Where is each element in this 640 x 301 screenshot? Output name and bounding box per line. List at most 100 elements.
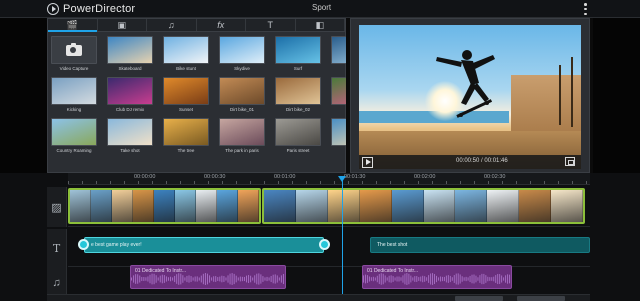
ruler-tick [124, 181, 125, 184]
timeline: 00:00:00 00:00:30 00:01:00 00:01:30 00:02:00… [0, 173, 640, 301]
ruler-tick [586, 181, 587, 184]
tab-fx[interactable]: fx [197, 19, 246, 31]
play-button[interactable] [362, 156, 373, 168]
library-item-label: Surf [293, 66, 303, 71]
bottom-button-1[interactable] [455, 296, 503, 301]
tab-transition[interactable]: ◧ [296, 19, 345, 31]
library-item-label: Dirt bike_01 [229, 107, 254, 112]
ruler-tick [418, 181, 419, 184]
image-track-icon: ▨ [51, 201, 62, 214]
library-item[interactable]: The park in paris [219, 118, 265, 153]
fullscreen-icon[interactable] [565, 157, 575, 166]
clip-frame [112, 190, 133, 222]
ruler-tick [544, 181, 545, 184]
ruler-tick [68, 181, 69, 184]
ruler-tick [96, 181, 97, 184]
playhead[interactable] [342, 178, 343, 301]
ruler-tick [516, 181, 517, 184]
video-clip[interactable] [262, 188, 585, 224]
ruler-tick [348, 181, 349, 184]
preview-video[interactable] [359, 25, 581, 169]
library-grid: Video Capture Skateboard Bike stunt Skydive… [51, 36, 346, 170]
video-track-header[interactable]: ▨ [47, 187, 67, 227]
title-bar: PowerDirector Sport [0, 0, 640, 18]
timeline-ruler[interactable]: 00:00:00 00:00:30 00:01:00 00:01:30 00:02:00… [68, 173, 590, 185]
library-item[interactable]: Bike stunt [163, 36, 209, 71]
library-thumbnail [275, 77, 321, 105]
library-thumbnail [331, 77, 346, 105]
library-item-label: Skateboard [118, 66, 142, 71]
title-track-header[interactable]: T [47, 229, 67, 267]
clip-frame [238, 190, 259, 222]
video-clip[interactable] [68, 188, 261, 224]
bottom-button-2[interactable] [517, 296, 565, 301]
fx-icon: fx [217, 20, 225, 30]
audio-clip[interactable]: 01 Dedicated To Instr... [362, 265, 512, 289]
library-tab-bar: 🎬 ▣ ♫ fx T ◧ [48, 19, 345, 32]
ruler-tick [572, 181, 573, 184]
library-item-label: Bike stunt [176, 66, 196, 71]
transition-icon: ◧ [315, 19, 324, 30]
playhead-handle[interactable] [338, 176, 346, 182]
library-item[interactable]: Club DJ remix [107, 77, 153, 112]
current-time: 00:00:50 [456, 158, 480, 164]
ruler-tick [460, 181, 461, 184]
audio-clip[interactable]: 01 Dedicated To Instr... [130, 265, 286, 289]
title-clip-text: The best shot [377, 242, 408, 248]
ruler-tick [152, 181, 153, 184]
tab-text[interactable]: T [246, 19, 296, 31]
library-thumbnail [107, 118, 153, 146]
ruler-time-label: 00:02:30 [484, 174, 506, 180]
library-item[interactable]: Skydive [219, 36, 265, 71]
project-title: Sport [312, 3, 332, 12]
title-clip[interactable]: e best game play ever! [78, 237, 330, 253]
ruler-tick [306, 181, 307, 184]
library-item[interactable]: Video Capture [51, 36, 97, 71]
ruler-time-label: 00:01:30 [344, 174, 366, 180]
skater-silhouette [436, 50, 495, 118]
preview-panel: 00:00:50 / 00:01:46 [350, 18, 590, 173]
library-item[interactable]: Dirt bike_01 [219, 77, 265, 112]
ruler-tick [250, 181, 251, 184]
clip-frame [551, 190, 583, 222]
library-item[interactable]: My vide [331, 36, 346, 71]
library-item-label: Flower [331, 107, 346, 112]
ruler-tick [208, 181, 209, 184]
library-thumbnail [107, 77, 153, 105]
ruler-tick [558, 181, 559, 184]
trim-handle-left[interactable] [78, 239, 89, 250]
tab-image[interactable]: ▣ [98, 19, 147, 31]
audio-waveform [363, 273, 511, 285]
library-item[interactable]: Country Roaming [51, 118, 97, 153]
clip-frame [264, 190, 296, 222]
library-item[interactable]: Flower [331, 77, 346, 112]
library-thumbnail [51, 77, 97, 105]
clip-frame [391, 190, 424, 222]
library-item[interactable]: Sunset [163, 77, 209, 112]
library-item[interactable]: Take shot [107, 118, 153, 153]
library-thumbnail [163, 118, 209, 146]
library-item-label: Paris street [286, 148, 310, 153]
library-thumbnail [219, 118, 265, 146]
library-item-label: Beach [331, 148, 346, 153]
library-item[interactable]: Surf [275, 36, 321, 71]
library-item[interactable]: Skateboard [107, 36, 153, 71]
library-item[interactable]: Dirt bike_02 [275, 77, 321, 112]
library-thumbnail [163, 36, 209, 64]
more-options-icon[interactable] [584, 3, 588, 15]
library-item[interactable]: Paris street [275, 118, 321, 153]
tab-video[interactable]: 🎬 [48, 19, 98, 32]
ruler-tick [446, 181, 447, 184]
text-track-icon: T [52, 241, 61, 255]
ruler-tick [222, 181, 223, 184]
ruler-tick [180, 181, 181, 184]
library-item[interactable]: Kicking [51, 77, 97, 112]
tab-music[interactable]: ♫ [147, 19, 197, 31]
library-item[interactable]: Beach [331, 118, 346, 153]
trim-handle-right[interactable] [319, 239, 330, 250]
library-thumbnail [275, 118, 321, 146]
library-item[interactable]: The tree [163, 118, 209, 153]
video-track [68, 187, 590, 227]
title-clip[interactable]: The best shot [370, 237, 590, 253]
library-item-label: Kicking [66, 107, 82, 112]
